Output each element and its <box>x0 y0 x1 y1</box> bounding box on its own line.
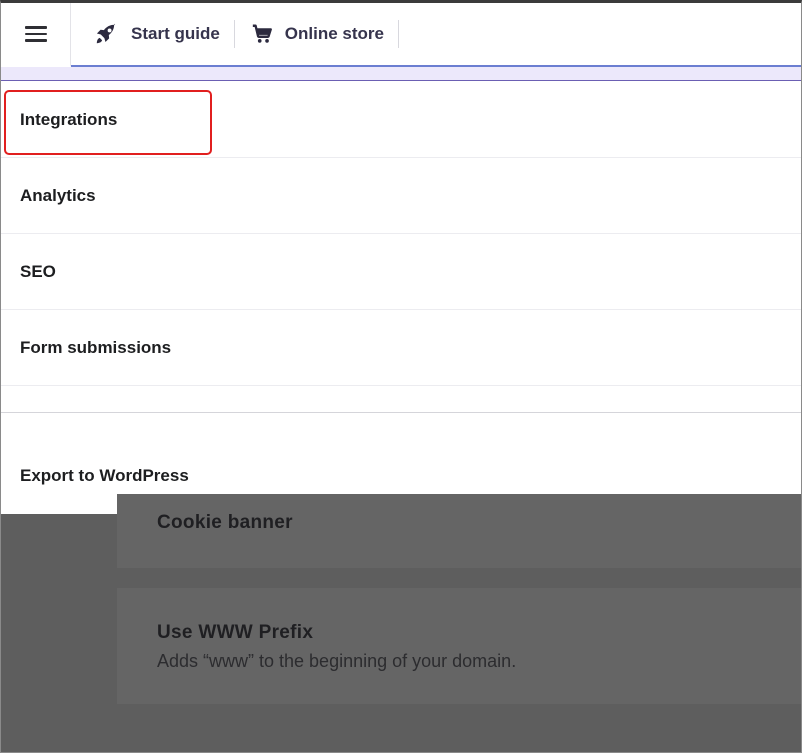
menu-item-label: Analytics <box>20 185 96 205</box>
tab-start-guide[interactable]: Start guide <box>93 20 234 48</box>
menu-item-form-submissions[interactable]: Form submissions <box>1 310 801 386</box>
cart-icon <box>252 24 272 43</box>
menu-item-seo[interactable]: SEO <box>1 234 801 310</box>
card-title: Use WWW Prefix <box>157 622 314 643</box>
menu-item-label: SEO <box>20 261 56 281</box>
settings-menu-panel: Integrations Analytics SEO Form submissi… <box>1 82 801 514</box>
header-tabs: Start guide Online store <box>71 3 801 67</box>
header-accent-strip <box>1 67 801 81</box>
menu-item-analytics[interactable]: Analytics <box>1 158 801 234</box>
tab-start-guide-label: Start guide <box>131 24 220 43</box>
app-window: Start guide Online store Integrations An… <box>0 0 802 753</box>
menu-toggle-button[interactable] <box>1 3 71 67</box>
menu-item-label: Form submissions <box>20 337 172 357</box>
card-description: Adds “www” to the beginning of your doma… <box>157 651 517 671</box>
cookie-banner-card: Cookie banner <box>117 494 801 568</box>
top-header: Start guide Online store <box>1 3 801 67</box>
card-title: Cookie banner <box>157 512 293 533</box>
www-prefix-card: Use WWW Prefix Adds “www” to the beginni… <box>117 588 801 704</box>
hamburger-icon <box>24 26 47 42</box>
menu-item-label: Export to WordPress <box>20 466 189 485</box>
menu-item-integrations[interactable]: Integrations <box>1 82 801 158</box>
rocket-icon <box>96 23 116 44</box>
menu-divider <box>1 412 801 413</box>
tab-online-store[interactable]: Online store <box>233 20 399 48</box>
modal-backdrop[interactable]: Cookie banner Use WWW Prefix Adds “www” … <box>1 494 801 752</box>
tab-online-store-label: Online store <box>284 24 384 43</box>
menu-item-label: Integrations <box>20 109 118 129</box>
